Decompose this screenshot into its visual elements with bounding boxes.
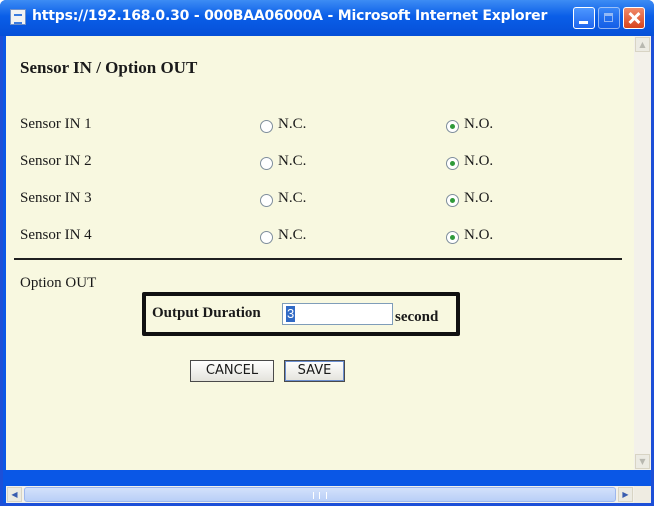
sensor-in-3-label: Sensor IN 3: [20, 190, 92, 206]
ie-page-icon: [10, 9, 26, 25]
sensor-in-4-nc-label[interactable]: N.C.: [278, 227, 306, 244]
option-out-label: Option OUT: [20, 275, 97, 291]
scrollbar-corner: [634, 486, 651, 503]
sensor-in-2-no-label[interactable]: N.O.: [464, 153, 493, 170]
sensor-in-1-nc-radio[interactable]: [260, 120, 273, 133]
minimize-icon[interactable]: [573, 7, 595, 29]
scroll-down-icon[interactable]: ▼: [635, 454, 650, 469]
scroll-left-icon[interactable]: ◀: [7, 487, 22, 502]
sensor-in-4-no-radio[interactable]: [446, 231, 459, 244]
sensor-in-1-nc-label[interactable]: N.C.: [278, 116, 306, 133]
sensor-in-2-nc-label[interactable]: N.C.: [278, 153, 306, 170]
vertical-scrollbar[interactable]: ▲ ▼: [634, 36, 651, 470]
page-title: Sensor IN / Option OUT: [20, 58, 198, 77]
maximize-icon[interactable]: [598, 7, 620, 29]
window-title: https://192.168.0.30 - 000BAA06000A - Mi…: [32, 8, 548, 24]
cancel-button[interactable]: CANCEL: [190, 360, 274, 382]
sensor-in-1-no-radio[interactable]: [446, 120, 459, 133]
horizontal-scroll-thumb[interactable]: [24, 487, 616, 502]
sensor-in-3-no-radio[interactable]: [446, 194, 459, 207]
save-button[interactable]: SAVE: [284, 360, 345, 382]
sensor-in-4-no-label[interactable]: N.O.: [464, 227, 493, 244]
section-divider: [14, 258, 622, 260]
sensor-in-2-label: Sensor IN 2: [20, 153, 92, 169]
sensor-in-3-nc-label[interactable]: N.C.: [278, 190, 306, 207]
sensor-in-2-nc-radio[interactable]: [260, 157, 273, 170]
output-duration-unit: second: [395, 309, 439, 325]
horizontal-scrollbar[interactable]: ◀ ▶: [6, 486, 634, 503]
sensor-in-3-nc-radio[interactable]: [260, 194, 273, 207]
title-bar[interactable]: https://192.168.0.30 - 000BAA06000A - Mi…: [0, 0, 654, 36]
sensor-in-1-label: Sensor IN 1: [20, 116, 92, 132]
grip-icon: [313, 492, 327, 499]
sensor-in-4-label: Sensor IN 4: [20, 227, 92, 243]
sensor-in-3-no-label[interactable]: N.O.: [464, 190, 493, 207]
scroll-up-icon[interactable]: ▲: [635, 37, 650, 52]
page-content: [6, 36, 634, 470]
sensor-in-4-nc-radio[interactable]: [260, 231, 273, 244]
output-duration-value[interactable]: 3: [286, 306, 296, 322]
output-duration-input[interactable]: [282, 303, 393, 325]
sensor-in-1-no-label[interactable]: N.O.: [464, 116, 493, 133]
output-duration-label: Output Duration: [152, 305, 261, 321]
close-icon[interactable]: [623, 7, 645, 29]
scroll-right-icon[interactable]: ▶: [618, 487, 633, 502]
sensor-in-2-no-radio[interactable]: [446, 157, 459, 170]
